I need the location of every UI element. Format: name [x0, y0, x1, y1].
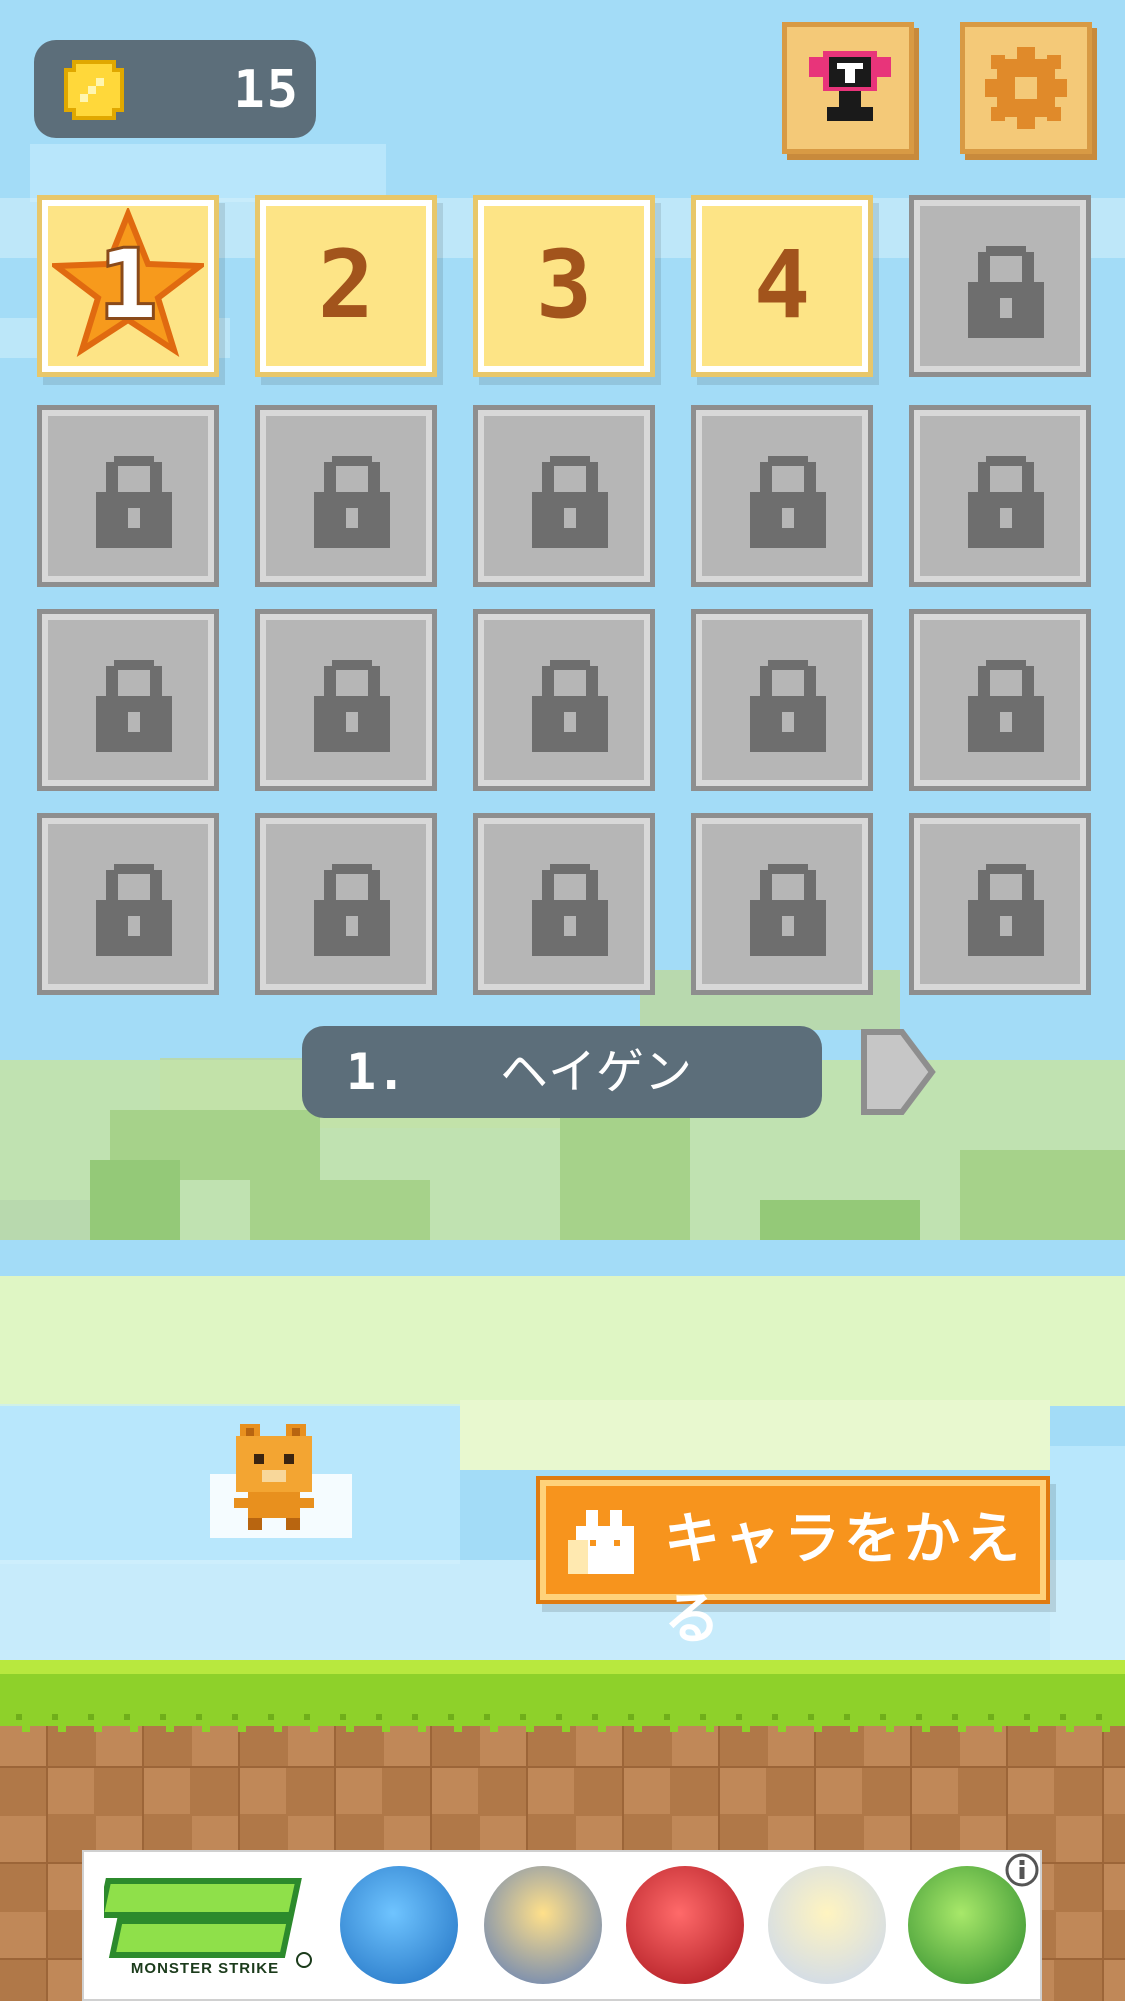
- level-tile-13[interactable]: [478, 614, 650, 786]
- level-number: 1: [97, 228, 160, 343]
- trophy-button[interactable]: [782, 22, 914, 154]
- trophy-icon: [809, 51, 891, 121]
- level-tile-11[interactable]: [42, 614, 214, 786]
- next-stage-arrow[interactable]: [858, 1026, 938, 1118]
- lock-icon: [528, 452, 612, 556]
- lock-icon: [964, 656, 1048, 760]
- level-tile-7[interactable]: [260, 410, 432, 582]
- lock-icon: [964, 452, 1048, 556]
- level-tile-3[interactable]: 3: [478, 200, 650, 372]
- stage-name: ヘイゲン: [500, 1044, 693, 1100]
- level-tile-12[interactable]: [260, 614, 432, 786]
- coin-count: 15: [233, 60, 300, 120]
- ad-character-dragon-red: [626, 1866, 744, 1984]
- level-tile-5[interactable]: [914, 200, 1086, 372]
- ad-character-knight: [484, 1866, 602, 1984]
- cloud-block: [30, 144, 386, 202]
- ground-grass-top: [0, 1660, 1125, 1674]
- ad-brand-subtitle: MONSTER STRIKE: [130, 1960, 280, 1977]
- level-tile-16[interactable]: [42, 818, 214, 990]
- level-number: 4: [753, 231, 811, 340]
- stage-number: 1.: [346, 1043, 407, 1101]
- level-tile-9[interactable]: [696, 410, 868, 582]
- hill-block: [90, 1160, 180, 1240]
- lock-icon: [528, 656, 612, 760]
- hill-block: [250, 1180, 430, 1240]
- lock-icon: [746, 860, 830, 964]
- level-tile-10[interactable]: [914, 410, 1086, 582]
- level-tile-19[interactable]: [696, 818, 868, 990]
- grass-edge: [0, 1700, 1125, 1736]
- character-sprite[interactable]: [226, 1420, 336, 1532]
- level-tile-17[interactable]: [260, 818, 432, 990]
- level-number: 2: [317, 231, 375, 340]
- lock-icon: [92, 452, 176, 556]
- level-number: 3: [535, 231, 593, 340]
- level-tile-1[interactable]: 1: [42, 200, 214, 372]
- coin-icon: [64, 60, 124, 120]
- settings-button[interactable]: [960, 22, 1092, 154]
- lock-icon: [310, 860, 394, 964]
- hill-block: [0, 1200, 90, 1240]
- level-tile-8[interactable]: [478, 410, 650, 582]
- info-icon[interactable]: [1004, 1852, 1040, 1888]
- level-tile-14[interactable]: [696, 614, 868, 786]
- meadow: [460, 1400, 1050, 1470]
- level-tile-20[interactable]: [914, 818, 1086, 990]
- lock-icon: [92, 656, 176, 760]
- change-character-label: キャラをかえる: [664, 1507, 1024, 1652]
- ad-character-dragon-blue: [340, 1866, 458, 1984]
- level-tile-2[interactable]: 2: [260, 200, 432, 372]
- gear-icon: [985, 47, 1067, 129]
- level-tile-18[interactable]: [478, 818, 650, 990]
- meadow: [0, 1276, 1125, 1406]
- lock-icon: [746, 452, 830, 556]
- rabbit-icon: [568, 1510, 634, 1574]
- level-tile-15[interactable]: [914, 614, 1086, 786]
- lock-icon: [964, 242, 1048, 346]
- lock-icon: [310, 452, 394, 556]
- hill-block: [960, 1150, 1125, 1240]
- lock-icon: [746, 656, 830, 760]
- lock-icon: [964, 860, 1048, 964]
- lock-icon: [528, 860, 612, 964]
- lock-icon: [310, 656, 394, 760]
- ad-character-angel: [768, 1866, 886, 1984]
- hill-block: [760, 1200, 920, 1240]
- level-tile-4[interactable]: 4: [696, 200, 868, 372]
- level-tile-6[interactable]: [42, 410, 214, 582]
- lock-icon: [92, 860, 176, 964]
